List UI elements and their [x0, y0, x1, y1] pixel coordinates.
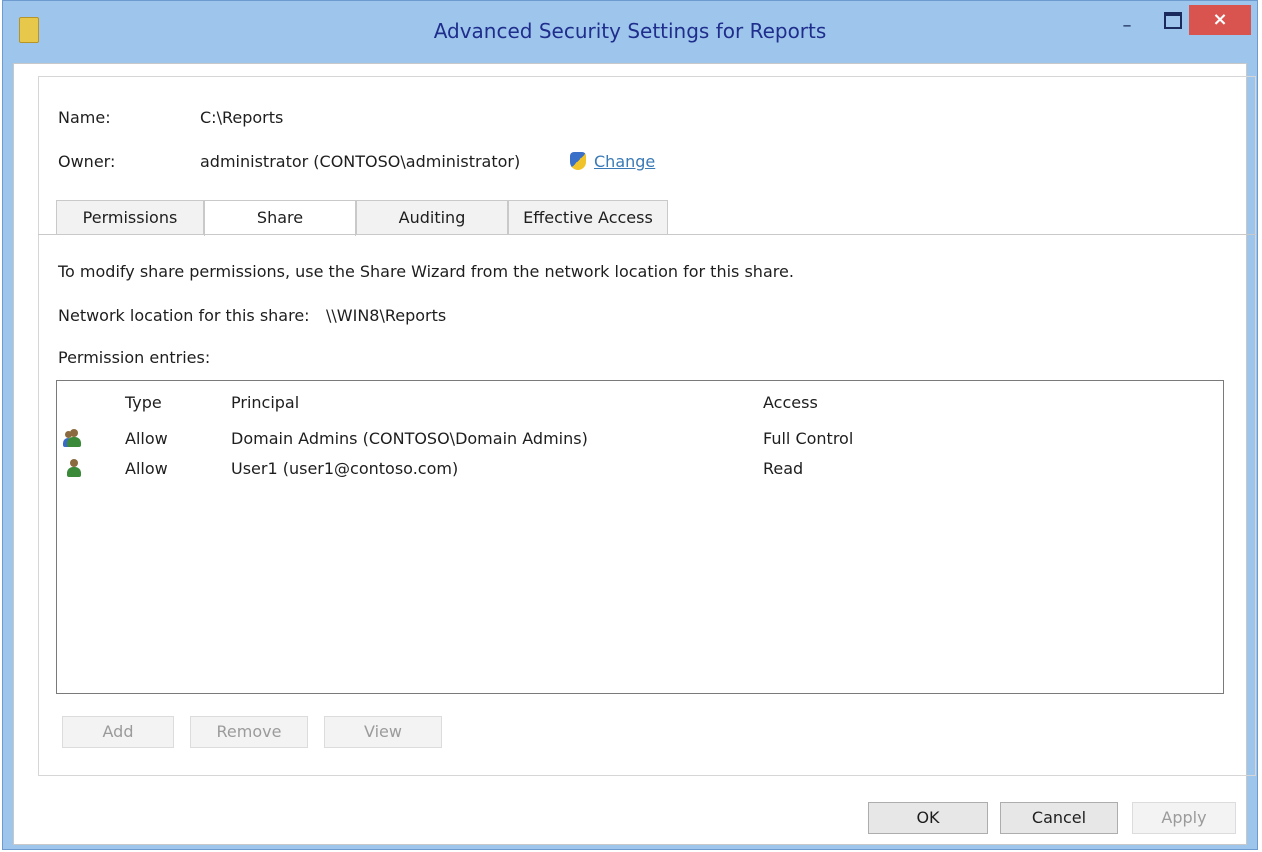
user-icon — [65, 459, 83, 477]
table-row[interactable]: Allow Domain Admins (CONTOSO\Domain Admi… — [57, 425, 1223, 453]
close-button[interactable]: × — [1189, 5, 1251, 35]
share-info-text: To modify share permissions, use the Sha… — [58, 262, 794, 281]
tab-share[interactable]: Share — [204, 200, 356, 236]
network-location-value: \\WIN8\Reports — [326, 306, 447, 325]
row-type: Allow — [125, 429, 168, 448]
name-label: Name: — [58, 108, 111, 127]
dialog-window: Advanced Security Settings for Reports –… — [2, 0, 1258, 850]
maximize-icon — [1164, 11, 1182, 29]
uac-shield-icon — [570, 152, 586, 170]
minimize-button[interactable]: – — [1107, 11, 1147, 41]
view-button[interactable]: View — [324, 716, 442, 748]
permission-entries-label: Permission entries: — [58, 348, 211, 367]
add-button[interactable]: Add — [62, 716, 174, 748]
owner-value: administrator (CONTOSO\administrator) — [200, 152, 521, 171]
name-value: C:\Reports — [200, 108, 284, 127]
tab-auditing[interactable]: Auditing — [356, 200, 508, 235]
tab-permissions[interactable]: Permissions — [56, 200, 204, 235]
table-row[interactable]: Allow User1 (user1@contoso.com) Read — [57, 455, 1223, 483]
tab-effective-access[interactable]: Effective Access — [508, 200, 668, 235]
ok-button[interactable]: OK — [868, 802, 988, 834]
apply-button[interactable]: Apply — [1132, 802, 1236, 834]
owner-label: Owner: — [58, 152, 116, 171]
tab-divider — [38, 234, 1256, 235]
maximize-button[interactable] — [1153, 5, 1193, 35]
window-title: Advanced Security Settings for Reports — [433, 19, 827, 43]
column-header-type[interactable]: Type — [125, 393, 162, 412]
row-principal: User1 (user1@contoso.com) — [231, 459, 459, 478]
cancel-button[interactable]: Cancel — [1000, 802, 1118, 834]
row-principal: Domain Admins (CONTOSO\Domain Admins) — [231, 429, 588, 448]
network-location-label: Network location for this share: — [58, 306, 310, 325]
title-bar[interactable]: Advanced Security Settings for Reports –… — [3, 1, 1257, 61]
row-type: Allow — [125, 459, 168, 478]
remove-button[interactable]: Remove — [190, 716, 308, 748]
group-users-icon — [63, 429, 83, 447]
permission-entries-list[interactable]: Type Principal Access Allow Domain Admin… — [56, 380, 1224, 694]
row-access: Full Control — [763, 429, 854, 448]
dialog-client-area: Name: C:\Reports Owner: administrator (C… — [13, 63, 1256, 845]
row-access: Read — [763, 459, 804, 478]
change-owner-link[interactable]: Change — [594, 152, 655, 171]
column-header-access[interactable]: Access — [763, 393, 818, 412]
column-header-principal[interactable]: Principal — [231, 393, 299, 412]
